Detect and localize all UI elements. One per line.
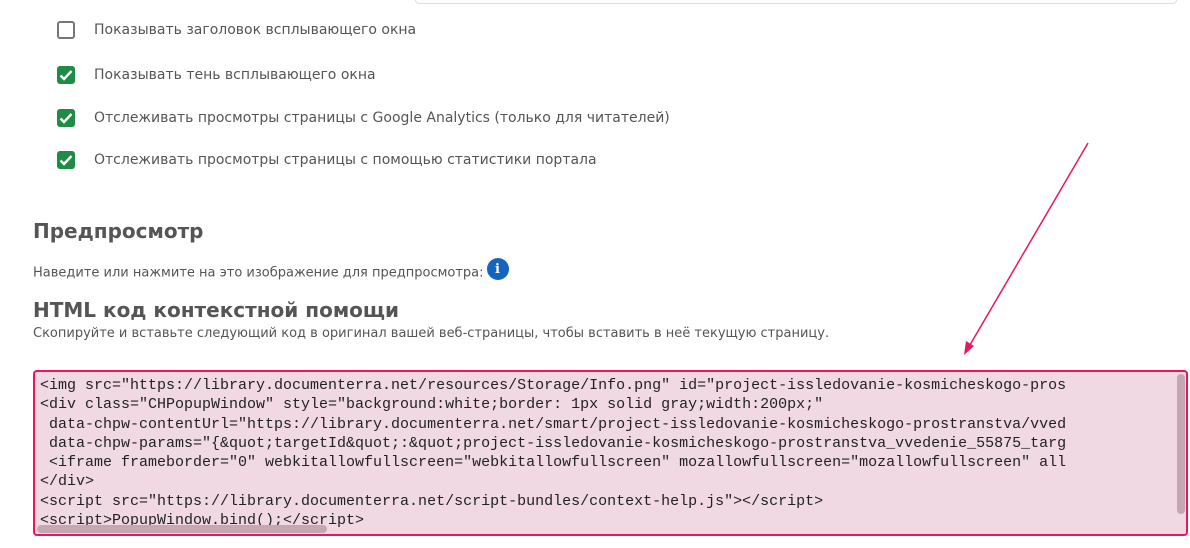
checkbox[interactable] [57,66,75,84]
checkbox-label: Отслеживать просмотры страницы с помощью… [94,152,597,168]
preview-description: Наведите или нажмите на это изображение … [33,258,509,281]
code-line: <div class="CHPopupWindow" style="backgr… [40,396,824,414]
code-line: <iframe frameborder="0" webkitallowfulls… [40,454,1067,472]
checkbox-show-popup-title[interactable]: Показывать заголовок всплывающего окна [57,19,416,41]
checkbox-show-popup-shadow[interactable]: Показывать тень всплывающего окна [57,64,376,86]
info-icon[interactable]: i [486,258,509,280]
checkmark-icon [59,70,73,81]
checkbox-track-google-analytics[interactable]: Отслеживать просмотры страницы с Google … [57,107,670,129]
horizontal-scrollbar[interactable] [37,525,327,533]
code-line: </div> [40,473,95,491]
code-line: <img src="https://library.documenterra.n… [40,377,1067,394]
checkbox-label: Показывать заголовок всплывающего окна [94,22,417,38]
preview-title: Предпросмотр [33,219,204,243]
checkbox-label: Отслеживать просмотры страницы с Google … [94,110,670,126]
code-line: <script src="https://library.documenterr… [40,492,824,510]
checkmark-icon [59,155,73,166]
preview-description-text: Наведите или нажмите на это изображение … [33,265,484,281]
vertical-scrollbar[interactable] [1177,374,1185,514]
checkbox-track-portal-stats[interactable]: Отслеживать просмотры страницы с помощью… [57,149,597,171]
checkbox-label: Показывать тень всплывающего окна [94,67,376,83]
html-code-description: Скопируйте и вставьте следующий код в ор… [33,326,830,341]
checkbox[interactable] [57,151,75,169]
html-code-textarea[interactable]: <img src="https://library.documenterra.n… [33,370,1188,536]
input-field-edge[interactable] [415,0,1177,4]
code-line: data-chpw-contentUrl="https://library.do… [40,415,1067,433]
checkbox[interactable] [57,109,75,127]
checkmark-icon [59,113,73,124]
html-code-title: HTML код контекстной помощи [33,298,400,322]
checkbox[interactable] [57,21,75,39]
code-line: data-chpw-params="{&quot;targetId&quot;:… [40,434,1067,452]
